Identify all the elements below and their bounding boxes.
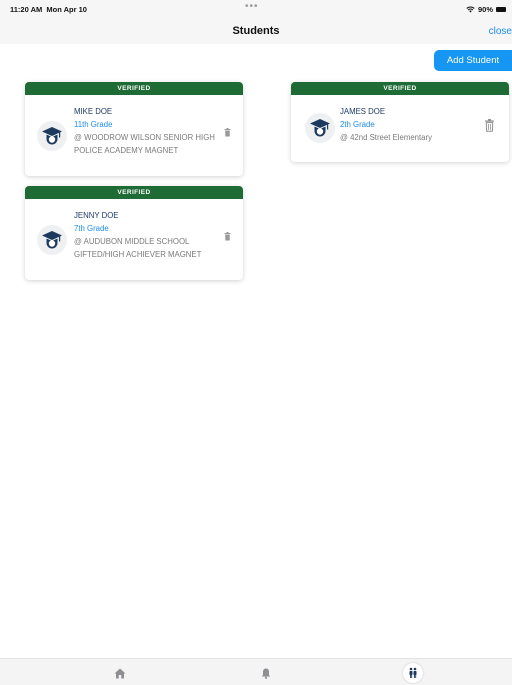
bell-icon[interactable]: [256, 663, 276, 683]
graduate-icon: [37, 225, 67, 255]
student-info: JENNY DOE 7th Grade @ AUDUBON MIDDLE SCH…: [74, 209, 201, 261]
student-grade: 11th Grade: [74, 120, 113, 129]
battery-percent: 90%: [477, 5, 493, 14]
verified-badge: VERIFIED: [25, 82, 243, 95]
student-info: MIKE DOE 11th Grade @ WOODROW WILSON SEN…: [74, 105, 215, 157]
student-grade: 2th Grade: [340, 120, 375, 129]
trash-icon[interactable]: [222, 126, 232, 138]
status-indicators: 90%: [466, 5, 506, 14]
page-title: Students: [232, 25, 280, 37]
student-card[interactable]: VERIFIED MIKE DOE 11th Grade @ WOODROW W…: [25, 82, 243, 176]
student-school: @ AUDUBON MIDDLE SCHOOL: [74, 237, 190, 246]
trash-icon[interactable]: [482, 117, 496, 133]
student-school-line2: GIFTED/HIGH ACHIEVER MAGNET: [74, 250, 202, 259]
student-grade: 7th Grade: [74, 224, 109, 233]
student-name: JAMES DOE: [340, 107, 386, 116]
close-button[interactable]: close: [489, 26, 512, 37]
trash-icon[interactable]: [222, 230, 232, 242]
add-student-button[interactable]: Add Student: [434, 50, 512, 71]
student-name: JENNY DOE: [74, 211, 119, 220]
student-name: MIKE DOE: [74, 107, 113, 116]
student-card[interactable]: VERIFIED JENNY DOE 7th Grade @ AUDUBON M…: [25, 186, 243, 280]
battery-icon: [496, 7, 506, 12]
graduate-icon: [305, 113, 335, 143]
navigation-bar: Students close: [0, 18, 512, 44]
student-info: JAMES DOE 2th Grade @ 42nd Street Elemen…: [340, 105, 432, 144]
home-icon[interactable]: [110, 663, 130, 683]
graduate-icon: [37, 121, 67, 151]
family-icon[interactable]: [403, 663, 423, 683]
status-time-text: 11:20 AM: [10, 5, 43, 14]
status-date-text: Mon Apr 10: [46, 5, 87, 14]
wifi-icon: [466, 6, 475, 13]
verified-badge: VERIFIED: [25, 186, 243, 199]
status-bar: 11:20 AM Mon Apr 10 ••• 90%: [0, 0, 512, 18]
student-school: @ 42nd Street Elementary: [340, 133, 432, 142]
tab-bar: [0, 658, 512, 685]
status-time: 11:20 AM Mon Apr 10: [10, 5, 87, 14]
multitask-dots[interactable]: •••: [245, 1, 259, 12]
student-card[interactable]: VERIFIED JAMES DOE 2th Grade @ 42nd Stre…: [291, 82, 509, 162]
student-school-line2: POLICE ACADEMY MAGNET: [74, 146, 179, 155]
verified-badge: VERIFIED: [291, 82, 509, 95]
student-school: @ WOODROW WILSON SENIOR HIGH: [74, 133, 215, 142]
